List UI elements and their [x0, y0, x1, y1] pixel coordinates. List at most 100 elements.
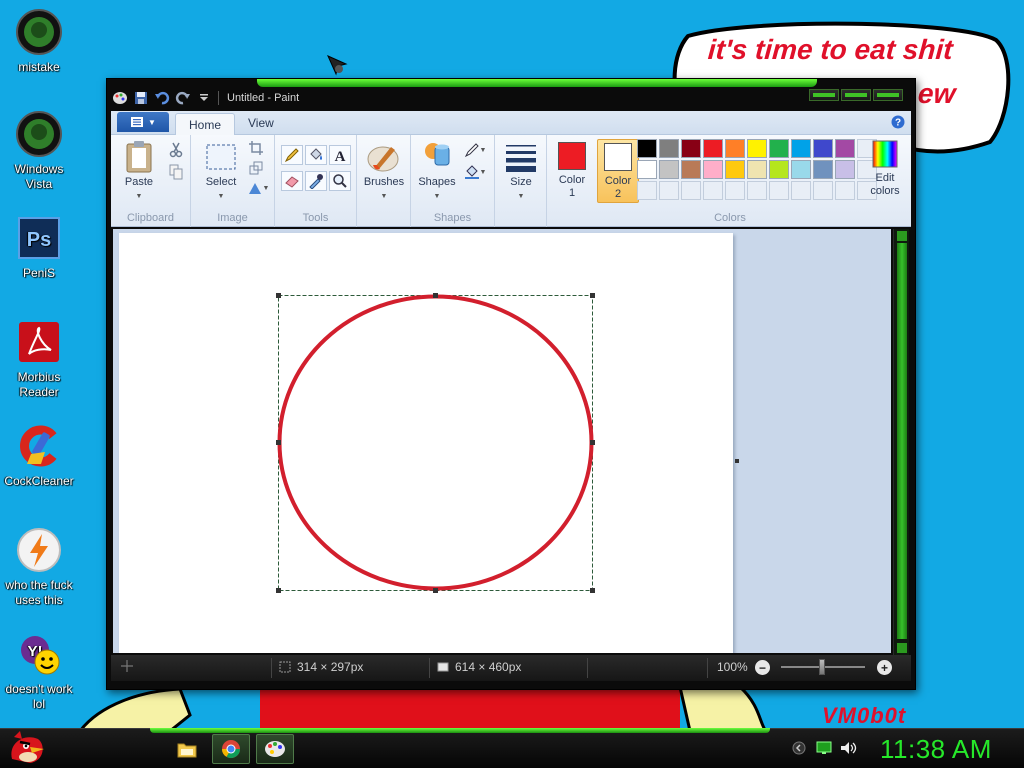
palette-custom-slot[interactable]: [681, 181, 701, 200]
minimize-button[interactable]: [809, 89, 839, 101]
palette-color-swatch[interactable]: [791, 139, 811, 158]
resize-handle[interactable]: [276, 588, 281, 593]
save-icon[interactable]: [132, 90, 150, 106]
help-icon[interactable]: ?: [891, 115, 905, 132]
resize-handle[interactable]: [433, 293, 438, 298]
canvas-workspace[interactable]: [113, 229, 891, 653]
desktop-icon-cockcleaner[interactable]: CockCleaner: [0, 422, 81, 489]
fill-bucket-icon[interactable]: [305, 145, 327, 165]
canvas-resize-handle[interactable]: [735, 459, 739, 463]
palette-color-swatch[interactable]: [703, 160, 723, 179]
desktop-icon-windows-vista[interactable]: Windows Vista: [0, 110, 81, 192]
scroll-up-arrow[interactable]: [897, 231, 907, 241]
palette-color-swatch[interactable]: [725, 160, 745, 179]
resize-handle[interactable]: [276, 440, 281, 445]
scrollbar-thumb[interactable]: [897, 243, 907, 639]
zoom-level: 100%: [717, 660, 748, 674]
taskbar-chrome[interactable]: [212, 734, 250, 764]
paste-button[interactable]: Paste ▼: [119, 139, 159, 203]
palette-color-swatch[interactable]: [659, 160, 679, 179]
volume-icon[interactable]: [840, 741, 858, 755]
palette-color-swatch[interactable]: [681, 160, 701, 179]
palette-color-swatch[interactable]: [769, 139, 789, 158]
zoom-out-button[interactable]: −: [755, 660, 770, 675]
resize-handle[interactable]: [590, 293, 595, 298]
paint-menu-button[interactable]: ▼: [117, 112, 169, 132]
color-2-button[interactable]: Color 2: [597, 139, 639, 203]
drawing-canvas[interactable]: [119, 233, 733, 653]
desktop-icon-yahoo-messenger[interactable]: Y! doesn't work lol: [0, 630, 81, 712]
resize-handle[interactable]: [276, 293, 281, 298]
palette-custom-slot[interactable]: [637, 181, 657, 200]
palette-custom-slot[interactable]: [703, 181, 723, 200]
taskbar-glow: [150, 728, 770, 733]
zoom-in-button[interactable]: +: [877, 660, 892, 675]
maximize-button[interactable]: [841, 89, 871, 101]
color-picker-icon[interactable]: [305, 171, 327, 191]
palette-color-swatch[interactable]: [813, 139, 833, 158]
start-button[interactable]: [2, 728, 50, 768]
palette-custom-slot[interactable]: [659, 181, 679, 200]
crop-icon[interactable]: [247, 139, 265, 157]
palette-custom-slot[interactable]: [725, 181, 745, 200]
rotate-icon[interactable]: ▼: [245, 179, 271, 197]
resize-handle[interactable]: [590, 440, 595, 445]
palette-custom-slot[interactable]: [747, 181, 767, 200]
desktop-icon-morbius-reader[interactable]: Morbius Reader: [0, 318, 81, 400]
palette-color-swatch[interactable]: [747, 139, 767, 158]
eraser-icon[interactable]: [281, 171, 303, 191]
palette-custom-slot[interactable]: [769, 181, 789, 200]
resize-handle[interactable]: [433, 588, 438, 593]
paint-app-icon[interactable]: [111, 90, 129, 106]
close-button[interactable]: [873, 89, 903, 101]
shapes-button[interactable]: Shapes ▼: [415, 139, 459, 203]
resize-handle[interactable]: [590, 588, 595, 593]
undo-icon[interactable]: [153, 90, 171, 106]
tray-chevron-icon[interactable]: [792, 741, 806, 755]
resize-icon[interactable]: [247, 159, 265, 177]
magnifier-icon[interactable]: [329, 171, 351, 191]
tab-view[interactable]: View: [235, 112, 287, 134]
palette-color-swatch[interactable]: [703, 139, 723, 158]
palette-color-swatch[interactable]: [681, 139, 701, 158]
pencil-icon[interactable]: [281, 145, 303, 165]
taskbar: [0, 728, 1024, 768]
select-button[interactable]: Select ▼: [199, 139, 243, 203]
palette-color-swatch[interactable]: [637, 139, 657, 158]
taskbar-explorer[interactable]: [168, 734, 206, 764]
palette-color-swatch[interactable]: [813, 160, 833, 179]
size-button[interactable]: Size ▼: [499, 139, 543, 203]
palette-color-swatch[interactable]: [725, 139, 745, 158]
customize-toolbar-icon[interactable]: [195, 90, 213, 106]
network-icon[interactable]: [816, 741, 832, 755]
palette-color-swatch[interactable]: [659, 139, 679, 158]
palette-custom-slot[interactable]: [835, 181, 855, 200]
palette-custom-slot[interactable]: [791, 181, 811, 200]
fill-icon[interactable]: ▼: [461, 163, 489, 181]
taskbar-paint[interactable]: [256, 734, 294, 764]
palette-color-swatch[interactable]: [835, 139, 855, 158]
color-1-button[interactable]: Color 1: [553, 139, 591, 203]
cut-icon[interactable]: [167, 141, 185, 159]
palette-custom-slot[interactable]: [813, 181, 833, 200]
taskbar-clock[interactable]: 11:38 AM: [880, 734, 992, 765]
tab-home[interactable]: Home: [175, 113, 236, 135]
outline-icon[interactable]: ▼: [461, 141, 489, 159]
palette-color-swatch[interactable]: [835, 160, 855, 179]
edit-colors-button[interactable]: Edit colors: [863, 139, 907, 198]
vertical-scrollbar[interactable]: [893, 229, 909, 655]
text-icon[interactable]: A: [329, 145, 351, 165]
desktop-icon-winamp[interactable]: who the fuck uses this: [0, 526, 81, 608]
color-palette: [637, 139, 877, 200]
brushes-button[interactable]: Brushes ▼: [359, 139, 409, 203]
zoom-slider-thumb[interactable]: [819, 659, 825, 675]
redo-icon[interactable]: [174, 90, 192, 106]
palette-color-swatch[interactable]: [791, 160, 811, 179]
desktop-icon-mistake[interactable]: mistake: [0, 8, 81, 75]
palette-color-swatch[interactable]: [747, 160, 767, 179]
desktop-icon-photoshop[interactable]: Ps PeniS: [0, 214, 81, 281]
palette-color-swatch[interactable]: [637, 160, 657, 179]
scroll-down-arrow[interactable]: [897, 643, 907, 653]
palette-color-swatch[interactable]: [769, 160, 789, 179]
copy-icon[interactable]: [167, 163, 185, 181]
